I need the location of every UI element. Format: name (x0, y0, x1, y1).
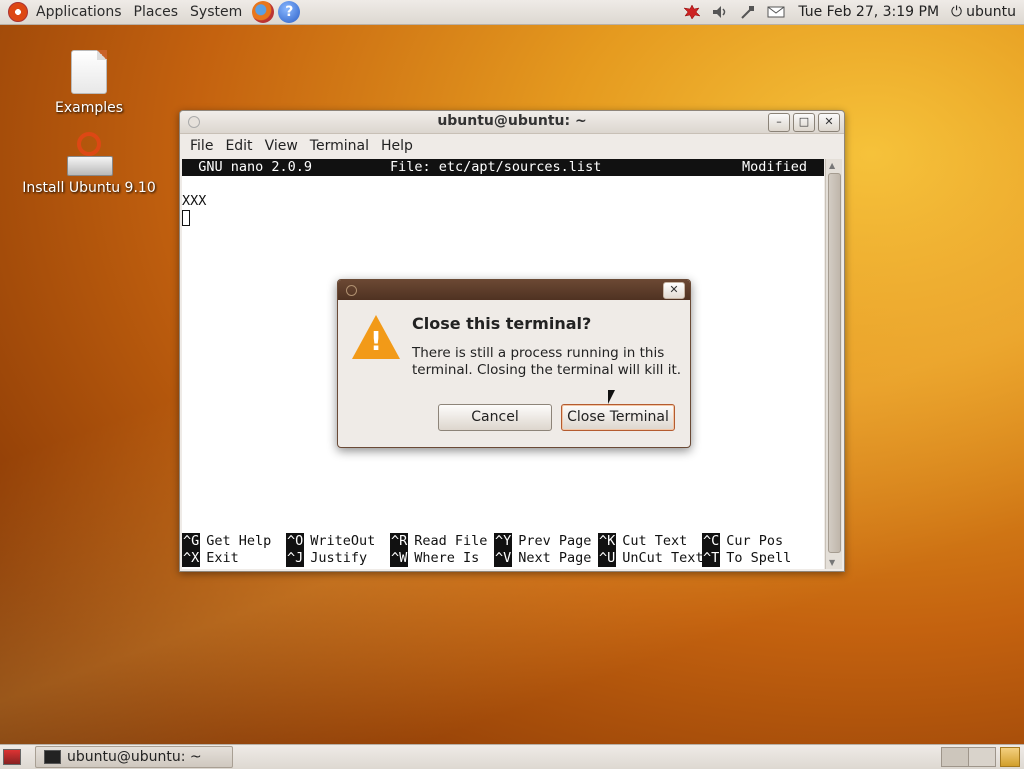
menu-applications[interactable]: Applications (30, 4, 128, 20)
shortcut-item: ^U UnCut Text (598, 550, 704, 567)
workspace-switcher (941, 747, 996, 767)
shortcut-item: ^Y Prev Page (494, 533, 592, 550)
shortcut-row-2: ^X Exit ^J Justify ^W Where Is ^V Next Page … (182, 550, 824, 567)
nano-filename: File: etc/apt/sources.list (390, 159, 602, 175)
file-content-line: XXX (182, 193, 207, 209)
help-launcher-icon[interactable]: ? (278, 1, 301, 23)
firefox-launcher-icon[interactable] (252, 1, 275, 23)
shortcut-item: ^V Next Page (494, 550, 592, 567)
text-cursor (182, 210, 190, 226)
taskbar-window-label: ubuntu@ubuntu: ~ (67, 749, 202, 765)
bottom-panel: ubuntu@ubuntu: ~ (0, 744, 1024, 769)
close-button[interactable]: ✕ (818, 113, 840, 132)
nano-shortcuts: ^G Get Help ^O WriteOut ^R Read File ^Y Prev… (182, 533, 824, 567)
clock[interactable]: Tue Feb 27, 3:19 PM (790, 4, 947, 20)
menu-view[interactable]: View (259, 138, 304, 154)
dialog-heading: Close this terminal? (412, 314, 592, 333)
menu-edit[interactable]: Edit (219, 138, 258, 154)
dialog-close-button[interactable]: ✕ (663, 282, 685, 299)
shortcut-item: ^T To Spell (702, 550, 792, 567)
terminal-scrollbar[interactable]: ▲ ▼ (825, 159, 842, 569)
document-icon (71, 50, 107, 94)
cancel-button[interactable]: Cancel (438, 404, 552, 431)
taskbar-window-button[interactable]: ubuntu@ubuntu: ~ (35, 746, 233, 768)
mouse-pointer-icon (608, 390, 615, 404)
shortcut-item: ^J Justify (286, 550, 368, 567)
shortcut-item: ^G Get Help (182, 533, 272, 550)
terminal-icon (44, 750, 61, 764)
menu-system[interactable]: System (184, 4, 248, 20)
maximize-button[interactable]: □ (793, 113, 815, 132)
power-icon: ⏻ (951, 4, 963, 20)
user-name: ubuntu (966, 4, 1016, 20)
desktop-icon-examples[interactable]: Examples (50, 50, 128, 116)
shortcut-item: ^W Where Is (390, 550, 480, 567)
show-desktop-button[interactable] (3, 749, 21, 765)
minimize-button[interactable]: – (768, 113, 790, 132)
close-terminal-dialog: ✕ ! Close this terminal? There is still … (337, 279, 691, 448)
terminal-menubar: File Edit View Terminal Help (180, 134, 844, 158)
shortcut-item: ^O WriteOut (286, 533, 376, 550)
scrollbar-thumb[interactable] (828, 173, 841, 553)
scroll-up-arrow-icon[interactable]: ▲ (829, 161, 835, 170)
menu-terminal[interactable]: Terminal (304, 138, 375, 154)
power-plug-icon[interactable] (738, 3, 758, 21)
menu-help[interactable]: Help (375, 138, 419, 154)
shortcut-item: ^X Exit (182, 550, 239, 567)
desktop-icon-label: Install Ubuntu 9.10 (22, 180, 156, 196)
cursor-line (182, 210, 824, 227)
shortcut-item: ^C Cur Pos (702, 533, 784, 550)
top-panel: Applications Places System ? Tue Feb 27,… (0, 0, 1024, 25)
nano-header: GNU nano 2.0.9 File: etc/apt/sources.lis… (182, 159, 824, 176)
shortcut-item: ^R Read File (390, 533, 488, 550)
trash-icon[interactable] (1000, 747, 1020, 767)
dialog-message: There is still a process running in this… (412, 345, 682, 378)
shortcut-row-1: ^G Get Help ^O WriteOut ^R Read File ^Y Prev… (182, 533, 824, 550)
menu-places[interactable]: Places (128, 4, 185, 20)
window-title: ubuntu@ubuntu: ~ (437, 113, 587, 129)
shortcut-item: ^K Cut Text (598, 533, 688, 550)
desktop-icon-label: Examples (54, 100, 124, 116)
ubuntu-logo-icon[interactable] (8, 2, 28, 22)
dialog-window-menu-icon[interactable] (346, 285, 357, 296)
nano-version: GNU nano 2.0.9 (182, 159, 313, 175)
workspace-1[interactable] (941, 747, 969, 767)
terminal-titlebar[interactable]: ubuntu@ubuntu: ~ – □ ✕ (180, 111, 844, 134)
mail-icon[interactable] (766, 3, 786, 21)
installer-icon (65, 130, 113, 176)
desktop-icon-install-ubuntu[interactable]: Install Ubuntu 9.10 (22, 130, 156, 196)
nano-modified-status: Modified (742, 159, 808, 175)
menu-file[interactable]: File (184, 138, 219, 154)
scroll-down-arrow-icon[interactable]: ▼ (829, 558, 835, 567)
volume-icon[interactable] (710, 3, 730, 21)
close-terminal-button[interactable]: Close Terminal (561, 404, 675, 431)
warning-mark: ! (370, 327, 382, 357)
user-menu[interactable]: ⏻ ubuntu (947, 4, 1024, 20)
workspace-2[interactable] (968, 747, 996, 767)
empty-line (182, 176, 824, 193)
dialog-titlebar[interactable]: ✕ (338, 280, 690, 300)
network-status-icon[interactable] (682, 3, 702, 21)
